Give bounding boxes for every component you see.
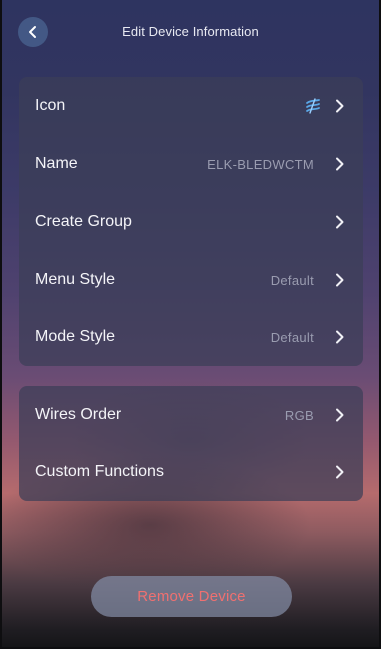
chevron-right-icon xyxy=(336,465,344,479)
chevron-right-icon xyxy=(336,99,344,113)
row-custom-functions[interactable]: Custom Functions xyxy=(19,443,363,501)
settings-card-advanced: Wires Order RGB Custom Functions xyxy=(19,386,363,501)
row-icon[interactable]: Icon xyxy=(19,77,363,135)
chevron-right-icon xyxy=(336,215,344,229)
row-value: Default xyxy=(270,329,314,345)
chevron-right-icon xyxy=(336,157,344,171)
row-label: Wires Order xyxy=(35,406,122,423)
settings-card-general: Icon Name ELK-BLEDWCTM Create Group Menu… xyxy=(19,77,363,366)
row-label: Name xyxy=(35,155,78,172)
chevron-right-icon xyxy=(336,273,344,287)
row-value: RGB xyxy=(284,407,314,423)
row-label: Custom Functions xyxy=(35,463,164,480)
row-wires-order[interactable]: Wires Order RGB xyxy=(19,386,363,444)
remove-device-button[interactable]: Remove Device xyxy=(91,576,292,617)
row-label: Mode Style xyxy=(35,328,116,345)
row-value: ELK-BLEDWCTM xyxy=(207,156,314,172)
row-create-group[interactable]: Create Group xyxy=(19,193,363,251)
device-strip-icon xyxy=(306,98,320,114)
row-name[interactable]: Name ELK-BLEDWCTM xyxy=(19,135,363,193)
row-mode-style[interactable]: Mode Style Default xyxy=(19,308,363,366)
row-menu-style[interactable]: Menu Style Default xyxy=(19,251,363,309)
page-title: Edit Device Information xyxy=(122,24,259,39)
row-label: Create Group xyxy=(35,213,132,230)
chevron-right-icon xyxy=(336,330,344,344)
chevron-right-icon xyxy=(336,408,344,422)
row-label: Icon xyxy=(35,97,66,114)
row-label: Menu Style xyxy=(35,271,116,288)
row-value: Default xyxy=(270,272,314,288)
